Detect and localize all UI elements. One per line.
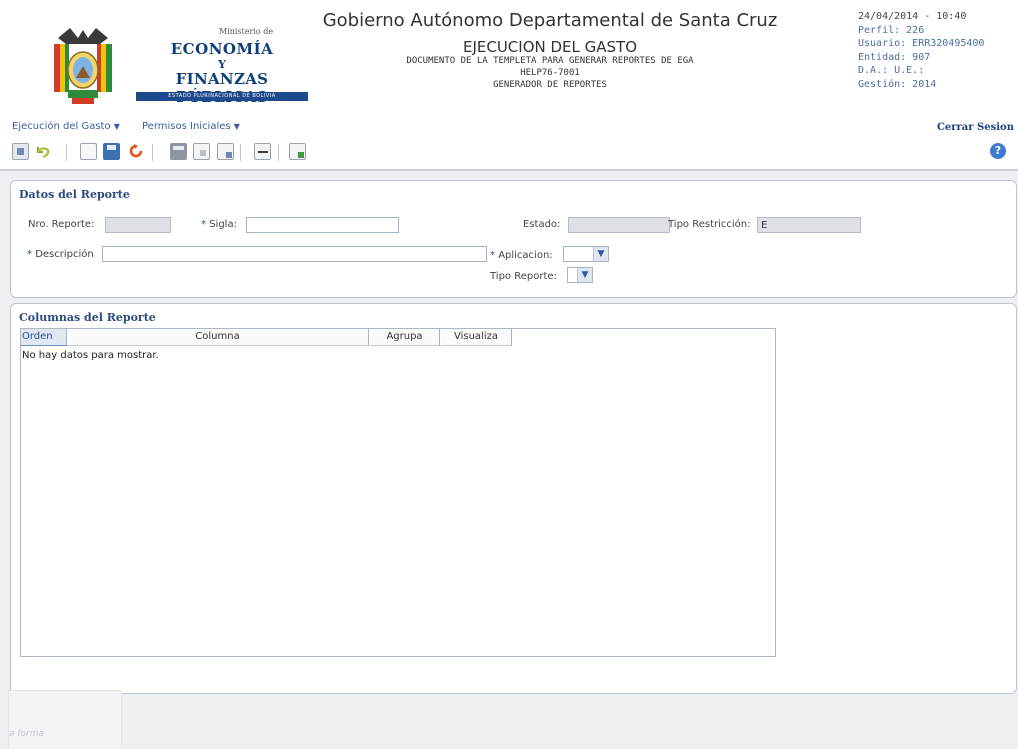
table-header: Orden Columna Agrupa Visualiza bbox=[21, 329, 775, 346]
toolbar-separator bbox=[278, 144, 279, 161]
excel-export-icon[interactable] bbox=[289, 143, 306, 160]
logo-economia-text: ECONOMÍA bbox=[170, 40, 274, 58]
estado-label: Estado: bbox=[523, 219, 561, 230]
descripcion-field[interactable] bbox=[102, 246, 487, 262]
estado-field[interactable] bbox=[568, 217, 670, 233]
aplicacion-select[interactable]: ▼ bbox=[563, 246, 609, 262]
chevron-down-icon: ▼ bbox=[113, 122, 120, 131]
perfil: Perfil: 226 bbox=[858, 24, 925, 36]
nro-reporte-field[interactable] bbox=[105, 217, 171, 233]
tipo-reporte-select[interactable]: ▼ bbox=[567, 267, 593, 283]
toolbar-separator bbox=[240, 144, 241, 161]
chevron-down-icon: ▼ bbox=[577, 268, 592, 282]
report-columns-panel: Columnas del Reporte Orden Columna Agrup… bbox=[10, 303, 1017, 694]
menu-bar: Ejecución del Gasto ▼ Permisos Iniciales… bbox=[0, 119, 1018, 137]
column-header-visualiza[interactable]: Visualiza bbox=[441, 329, 512, 346]
new-document-icon[interactable] bbox=[80, 143, 97, 160]
chevron-down-icon: ▼ bbox=[593, 247, 608, 261]
required-mark: * bbox=[490, 250, 495, 261]
required-mark: * bbox=[201, 219, 206, 230]
report-columns-title: Columnas del Reporte bbox=[19, 311, 156, 324]
menu-permisos-iniciales[interactable]: Permisos Iniciales ▼ bbox=[142, 121, 240, 132]
column-header-columna[interactable]: Columna bbox=[67, 329, 369, 346]
tipo-restriccion-label: Tipo Restricción: bbox=[668, 219, 751, 230]
ministry-logo: Ministerio de ECONOMÍA Y FINANZAS PÚBLIC… bbox=[44, 20, 314, 112]
sigla-label-text: Sigla: bbox=[209, 219, 237, 230]
column-header-agrupa[interactable]: Agrupa bbox=[370, 329, 440, 346]
page-title: Gobierno Autónomo Departamental de Santa… bbox=[322, 10, 778, 31]
module-title: EJECUCION DEL GASTO bbox=[462, 38, 638, 56]
entidad: Entidad: 907 bbox=[858, 51, 931, 63]
descripcion-label-text: Descripción bbox=[35, 249, 94, 260]
menu-ejecucion-gasto-label: Ejecución del Gasto bbox=[12, 121, 111, 132]
refresh-icon[interactable] bbox=[128, 143, 145, 160]
export-icon[interactable] bbox=[217, 143, 234, 160]
page-header: Ministerio de ECONOMÍA Y FINANZAS PÚBLIC… bbox=[0, 0, 1018, 142]
required-mark: * bbox=[27, 249, 32, 260]
print-icon[interactable] bbox=[170, 143, 187, 160]
aplicacion-label-text: Aplicacion: bbox=[498, 250, 553, 261]
gestion: Gestión: 2014 bbox=[858, 78, 937, 90]
toolbar-separator bbox=[152, 144, 153, 161]
undo-icon[interactable] bbox=[34, 143, 51, 160]
aplicacion-label: * Aplicacion: bbox=[490, 250, 553, 261]
report-data-title: Datos del Reporte bbox=[19, 188, 130, 201]
menu-permisos-iniciales-label: Permisos Iniciales bbox=[142, 121, 231, 132]
user-info-panel: 24/04/2014 - 10:40 Perfil: 226 Usuario: … bbox=[858, 10, 1016, 91]
logo-strip: ESTADO PLURINACIONAL DE BOLIVIA bbox=[136, 92, 308, 101]
expand-icon[interactable] bbox=[254, 143, 271, 160]
datetime: 24/04/2014 - 10:40 bbox=[858, 11, 967, 22]
tipo-reporte-label: Tipo Reporte: bbox=[490, 271, 557, 282]
page-subtitle: GENERADOR DE REPORTES bbox=[493, 80, 607, 90]
ghost-text: a forma bbox=[9, 729, 45, 739]
save-icon[interactable] bbox=[103, 143, 120, 160]
sigla-label: * Sigla: bbox=[201, 219, 237, 230]
sigla-field[interactable] bbox=[246, 217, 399, 233]
nro-reporte-label: Nro. Reporte: bbox=[28, 219, 95, 230]
tipo-restriccion-field[interactable] bbox=[757, 217, 861, 233]
usuario: Usuario: ERR320495400 bbox=[858, 38, 985, 49]
pdf-icon[interactable] bbox=[193, 143, 210, 160]
report-icon[interactable] bbox=[12, 143, 29, 160]
da-ue: D.A.: U.E.: bbox=[858, 65, 925, 76]
toolbar: ? bbox=[0, 137, 1018, 171]
descripcion-label: * Descripción bbox=[27, 249, 94, 260]
coat-of-arms-icon bbox=[54, 28, 112, 104]
menu-ejecucion-gasto[interactable]: Ejecución del Gasto ▼ bbox=[12, 121, 120, 132]
document-title: DOCUMENTO DE LA TEMPLETA PARA GENERAR RE… bbox=[406, 56, 694, 66]
toolbar-separator bbox=[66, 144, 67, 161]
taskbar-ghost: a forma bbox=[8, 690, 122, 749]
document-code: HELP76-7001 bbox=[520, 68, 580, 78]
report-data-panel: Datos del Reporte Nro. Reporte: * Sigla:… bbox=[10, 180, 1017, 298]
logout-link[interactable]: Cerrar Sesion bbox=[937, 122, 1014, 133]
empty-table-message: No hay datos para mostrar. bbox=[22, 350, 159, 361]
help-icon[interactable]: ? bbox=[990, 143, 1006, 159]
logo-ministerio-text: Ministerio de bbox=[218, 27, 274, 36]
columns-table: Orden Columna Agrupa Visualiza No hay da… bbox=[20, 328, 776, 657]
chevron-down-icon: ▼ bbox=[233, 122, 240, 131]
column-header-orden[interactable]: Orden bbox=[21, 329, 67, 346]
